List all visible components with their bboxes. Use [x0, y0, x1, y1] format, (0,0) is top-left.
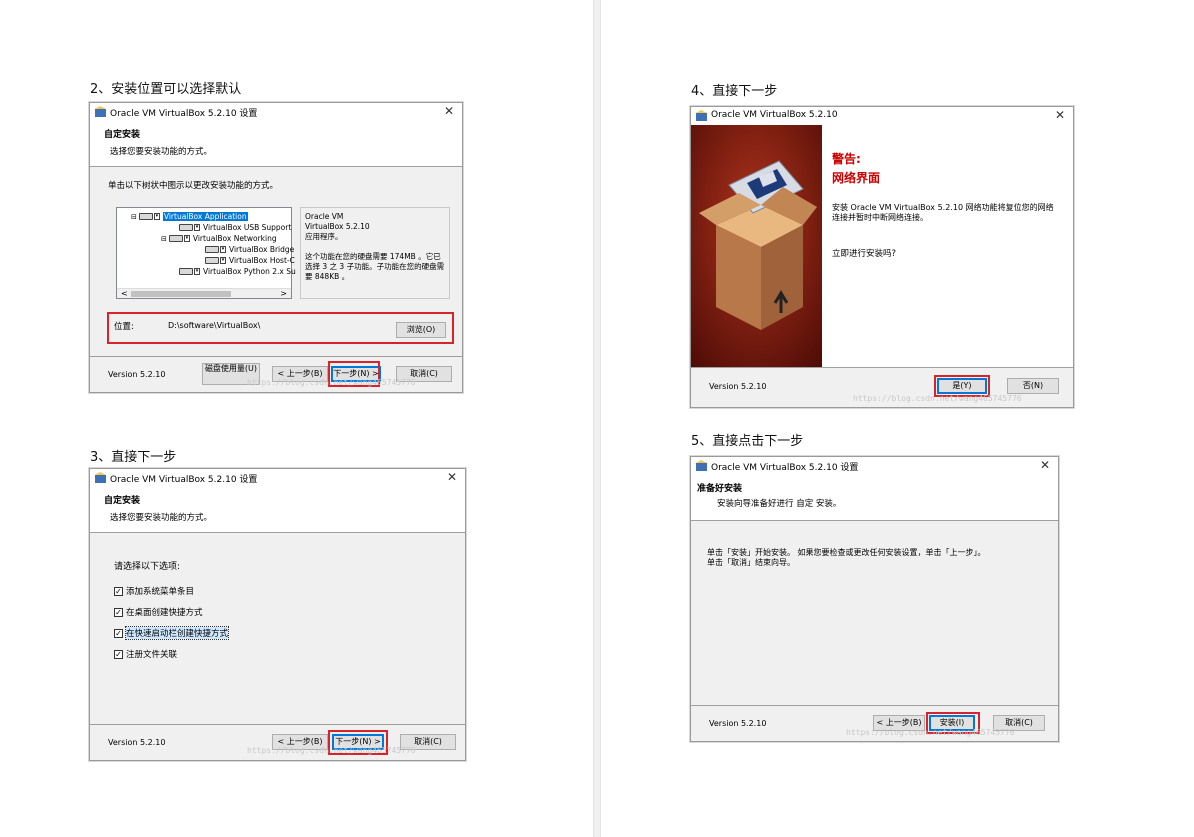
horizontal-scrollbar[interactable]: < >	[117, 288, 291, 298]
wizard-footer: Version 5.2.10 磁盘使用量(U) < 上一步(B) 下一步(N) …	[90, 356, 462, 392]
warning-title: 警告:	[832, 152, 861, 166]
options-prompt: 请选择以下选项:	[114, 562, 181, 572]
checkbox-checked-icon: ✓	[114, 607, 123, 617]
step2-dialog: Oracle VM VirtualBox 5.2.10 设置 ✕ 自定安装 选择…	[89, 102, 463, 393]
warning-subtitle: 网络界面	[832, 171, 881, 185]
wizard-body: 单击「安装」开始安装。 如果您要检查或更改任何安装设置，单击「上一步」。 单击「…	[691, 521, 1058, 707]
header-subtitle: 选择您要安装功能的方式。	[110, 513, 213, 523]
wizard-body: 请选择以下选项: ✓ 添加系统菜单条目 ✓ 在桌面创建快捷方式 ✓ 在快速启动栏创建快…	[90, 533, 465, 726]
wizard-footer: Version 5.2.10 < 上一步(B) 安装(I) 取消(C) http…	[691, 705, 1058, 741]
titlebar: Oracle VM VirtualBox 5.2.10 设置 ✕	[691, 457, 1058, 475]
virtualbox-icon	[95, 472, 106, 483]
watermark: https://blog.csdn.net/wang465745776	[853, 394, 1022, 403]
header-subtitle: 安装向导准备好进行 自定 安装。	[717, 499, 842, 509]
virtualbox-icon	[696, 110, 707, 121]
scroll-thumb	[131, 291, 231, 297]
instruction-text: 单击以下树状中图示以更改安装功能的方式。	[108, 181, 279, 191]
window-title: Oracle VM VirtualBox 5.2.10 设置	[110, 475, 258, 485]
step5-title: 5、直接点击下一步	[691, 434, 804, 449]
virtualbox-icon	[696, 460, 707, 471]
version-label: Version 5.2.10	[108, 370, 166, 379]
header-title: 自定安装	[104, 130, 141, 140]
header-subtitle: 选择您要安装功能的方式。	[110, 147, 213, 157]
titlebar: Oracle VM VirtualBox 5.2.10 设置 ✕	[90, 103, 462, 121]
no-button[interactable]: 否(N)	[1007, 378, 1059, 394]
close-icon[interactable]: ✕	[1055, 108, 1065, 122]
close-icon[interactable]: ✕	[447, 470, 457, 484]
window-title: Oracle VM VirtualBox 5.2.10 设置	[110, 109, 258, 119]
virtualbox-icon	[95, 106, 106, 117]
step2-title: 2、安装位置可以选择默认	[90, 82, 242, 97]
description-line: Oracle VM VirtualBox 5.2.10 应用程序。	[305, 212, 370, 241]
location-label: 位置:	[114, 322, 134, 332]
wizard-body: 单击以下树状中图示以更改安装功能的方式。 ⊟ ▾ VirtualBox Applic…	[90, 167, 462, 358]
checkbox-checked-icon: ✓	[114, 649, 123, 659]
tree-item[interactable]: ▾ VirtualBox Host-C	[205, 255, 295, 266]
browse-button[interactable]: 浏览(O)	[396, 322, 446, 338]
feature-tree[interactable]: ⊟ ▾ VirtualBox Application ▾ VirtualBox USB…	[116, 207, 296, 299]
step3-title: 3、直接下一步	[90, 450, 177, 465]
scroll-left-icon: <	[121, 289, 128, 298]
checkbox-menu-entries[interactable]: ✓ 添加系统菜单条目	[114, 585, 194, 597]
checkbox-desktop-shortcut[interactable]: ✓ 在桌面创建快捷方式	[114, 606, 203, 618]
version-label: Version 5.2.10	[709, 382, 767, 391]
tree-item[interactable]: ⊟ ▾ VirtualBox Networking	[161, 233, 277, 244]
wizard-header: 自定安装 选择您要安装功能的方式。	[90, 121, 462, 167]
version-label: Version 5.2.10	[108, 738, 166, 747]
window-title: Oracle VM VirtualBox 5.2.10	[711, 110, 838, 120]
install-question: 立即进行安装吗?	[832, 249, 897, 259]
checkbox-quicklaunch-shortcut[interactable]: ✓ 在快速启动栏创建快捷方式	[114, 626, 230, 640]
tree-item[interactable]: ▾ VirtualBox Python 2.x Su	[179, 266, 296, 277]
close-icon[interactable]: ✕	[444, 104, 454, 118]
message-panel: 警告: 网络界面 安装 Oracle VM VirtualBox 5.2.10 …	[822, 125, 1073, 369]
wizard-header: 自定安装 选择您要安装功能的方式。	[90, 487, 465, 533]
tree-item[interactable]: ▾ VirtualBox Bridge	[205, 244, 294, 255]
description-line: 这个功能在您的硬盘需要 174MB 。它已选择 3 之 3 子功能。子功能在您的…	[305, 252, 445, 281]
tree-item[interactable]: ⊟ ▾ VirtualBox Application	[131, 211, 248, 222]
checkbox-file-associations[interactable]: ✓ 注册文件关联	[114, 648, 177, 660]
step3-dialog: Oracle VM VirtualBox 5.2.10 设置 ✕ 自定安装 选择…	[89, 468, 466, 761]
checkbox-checked-icon: ✓	[114, 586, 123, 596]
titlebar: Oracle VM VirtualBox 5.2.10 ✕	[691, 107, 1073, 125]
wizard-footer: Version 5.2.10 < 上一步(B) 下一步(N) > 取消(C) h…	[90, 724, 465, 760]
step4-dialog: Oracle VM VirtualBox 5.2.10 ✕ 警告: 网络界面 安…	[690, 106, 1074, 408]
header-title: 准备好安装	[697, 484, 743, 494]
titlebar: Oracle VM VirtualBox 5.2.10 设置 ✕	[90, 469, 465, 487]
tree-item[interactable]: ▾ VirtualBox USB Support	[179, 222, 291, 233]
yes-button[interactable]: 是(Y)	[937, 378, 987, 394]
step5-dialog: Oracle VM VirtualBox 5.2.10 设置 ✕ 准备好安装 安…	[690, 456, 1059, 742]
page-gutter	[593, 0, 601, 837]
watermark: https://blog.csdn.net/wang465745776	[247, 378, 416, 387]
virtualbox-box-illustration	[691, 125, 822, 369]
cancel-instruction: 单击「取消」结束向导。	[707, 558, 795, 567]
checkbox-checked-icon: ✓	[114, 628, 123, 638]
feature-description: Oracle VM VirtualBox 5.2.10 应用程序。 这个功能在您…	[300, 207, 450, 299]
close-icon[interactable]: ✕	[1040, 458, 1050, 472]
dialog-footer: Version 5.2.10 是(Y) 否(N) https://blog.cs…	[691, 367, 1073, 407]
window-title: Oracle VM VirtualBox 5.2.10 设置	[711, 463, 859, 473]
watermark: https://blog.csdn.net/wang465745776	[247, 746, 416, 755]
step4-title: 4、直接下一步	[691, 84, 778, 99]
watermark: https://blog.csdn.net/wang465745776	[846, 728, 1015, 737]
wizard-header: 准备好安装 安装向导准备好进行 自定 安装。	[691, 475, 1058, 521]
header-title: 自定安装	[104, 496, 141, 506]
warning-message: 安装 Oracle VM VirtualBox 5.2.10 网络功能将复位您的…	[832, 203, 1054, 222]
version-label: Version 5.2.10	[709, 719, 767, 728]
location-value: D:\software\VirtualBox\	[168, 321, 261, 330]
scroll-right-icon: >	[280, 289, 287, 298]
